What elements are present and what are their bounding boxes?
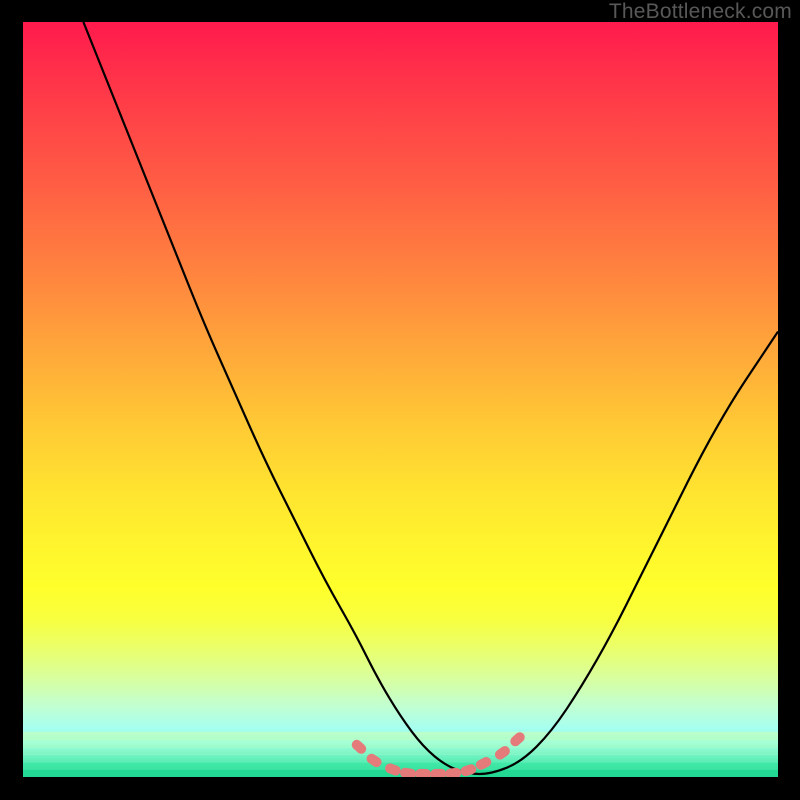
trough-marker xyxy=(430,769,446,777)
bottleneck-curve xyxy=(83,22,778,774)
watermark-label: TheBottleneck.com xyxy=(609,0,792,24)
curve-plot xyxy=(23,22,778,777)
trough-marker xyxy=(415,769,431,777)
plot-frame xyxy=(23,22,778,777)
